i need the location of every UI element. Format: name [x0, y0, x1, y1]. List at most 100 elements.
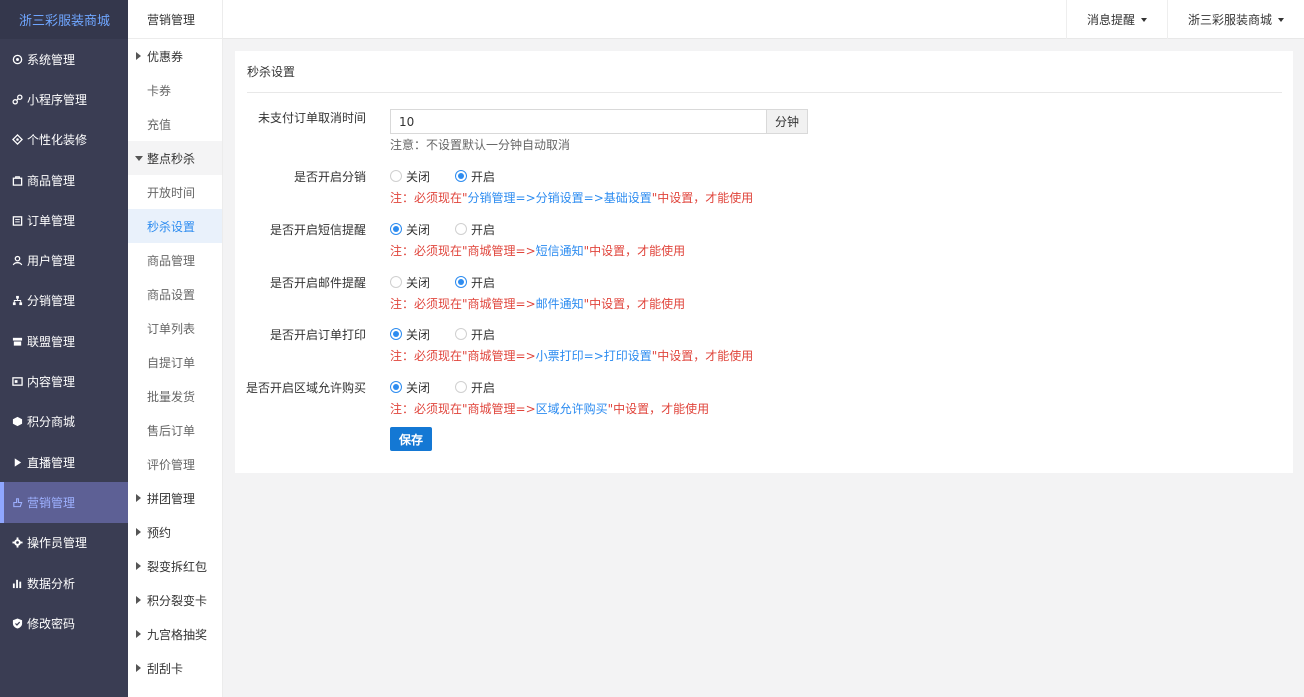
radio-off[interactable]: 关闭	[390, 274, 430, 291]
subnav-title: 营销管理	[128, 0, 222, 39]
brand-logo[interactable]: 浙三彩服装商城	[0, 0, 128, 39]
caret-down-icon	[1278, 17, 1285, 22]
radio-circle-icon[interactable]	[390, 223, 402, 235]
radio-on[interactable]: 开启	[455, 379, 495, 396]
radio-label: 开启	[471, 169, 496, 184]
radio-group: 关闭 开启	[390, 168, 520, 184]
subnav-item-label: 秒杀设置	[147, 219, 196, 234]
caret-down-icon	[1141, 17, 1148, 22]
card-title: 秒杀设置	[247, 65, 296, 79]
subnav-item[interactable]: 卡券	[128, 73, 222, 107]
radio-circle-icon[interactable]	[455, 170, 468, 182]
note-text: 注：必须现在"商城管理=>	[390, 297, 536, 311]
subnav-menu: 优惠券卡券充值 整点秒杀 开放时间秒杀设置商品管理商品设置 订单列表 自提订单 批量发货售…	[128, 39, 222, 685]
sidebar-item[interactable]: 商品管理	[0, 160, 128, 200]
radio-circle-icon[interactable]	[390, 381, 402, 393]
setting-note: 注：必须现在"分销管理=>分销设置=>基础设置"中设置，才能使用	[390, 189, 753, 206]
note-link[interactable]: 邮件通知	[536, 297, 584, 311]
sidebar-item[interactable]: 个性化装修	[0, 120, 128, 160]
subnav-item[interactable]: 秒杀设置	[128, 209, 222, 243]
subnav-item-label: 裂变拆红包	[147, 559, 208, 574]
radio-label: 开启	[471, 222, 496, 237]
subnav-item[interactable]: 订单列表	[128, 311, 222, 345]
subnav-item-label: 评价管理	[147, 457, 196, 472]
radio-off[interactable]: 关闭	[390, 221, 430, 238]
cancel-time-input[interactable]	[390, 109, 767, 134]
radio-circle-icon[interactable]	[390, 328, 402, 340]
caret-right-icon	[136, 494, 141, 502]
subnav-item[interactable]: 商品管理	[128, 243, 222, 277]
note-link[interactable]: 小票打印=>打印设置	[536, 349, 652, 363]
sidebar-item-label: 修改密码	[27, 616, 76, 631]
subnav-item[interactable]: 批量发货	[128, 379, 222, 413]
sidebar-item[interactable]: 用户管理	[0, 240, 128, 280]
note-link[interactable]: 分销管理=>分销设置=>基础设置	[468, 191, 652, 205]
sidebar-item[interactable]: 联盟管理	[0, 321, 128, 361]
subnav-item-label: 售后订单	[147, 423, 196, 438]
subnav-item[interactable]: 充值	[128, 107, 222, 141]
sidebar-item[interactable]: 系统管理	[0, 39, 128, 79]
radio-circle-icon[interactable]	[390, 170, 402, 182]
cancel-time-group: 分钟	[390, 109, 808, 134]
setting-note: 注：必须现在"商城管理=>邮件通知"中设置，才能使用	[390, 295, 685, 312]
save-button[interactable]: 保存	[390, 427, 432, 451]
sidebar-item[interactable]: 修改密码	[0, 603, 128, 643]
sidebar-item[interactable]: 小程序管理	[0, 79, 128, 119]
subnav-item[interactable]: 九宫格抽奖	[128, 617, 222, 651]
subnav-item[interactable]: 优惠券	[128, 39, 222, 73]
note-link[interactable]: 短信通知	[536, 244, 584, 258]
sidebar-item[interactable]: 操作员管理	[0, 523, 128, 563]
radio-circle-icon[interactable]	[390, 276, 402, 288]
messages-dropdown[interactable]: 消息提醒	[1066, 0, 1167, 39]
subnav-item[interactable]: 开放时间	[128, 175, 222, 209]
sidebar-item-label: 分销管理	[27, 294, 76, 309]
subnav-item[interactable]: 商品设置	[128, 277, 222, 311]
sidebar-item[interactable]: 数据分析	[0, 563, 128, 603]
radio-on[interactable]: 开启	[455, 326, 495, 343]
hand-icon	[11, 496, 23, 508]
sidebar-item-label: 订单管理	[27, 213, 76, 228]
subnav-item[interactable]: 售后订单	[128, 413, 222, 447]
sidebar-item[interactable]: 订单管理	[0, 200, 128, 240]
radio-off[interactable]: 关闭	[390, 379, 430, 396]
subnav-item-label: 商品管理	[147, 253, 196, 268]
subnav-item[interactable]: 自提订单	[128, 345, 222, 379]
caret-right-icon	[136, 596, 141, 604]
sidebar-item[interactable]: 内容管理	[0, 361, 128, 401]
subnav-item[interactable]: 评价管理	[128, 447, 222, 481]
subnav-item[interactable]: 积分裂变卡	[128, 583, 222, 617]
sidebar-item-label: 营销管理	[27, 495, 76, 510]
setting-label: 是否开启区域允许购买	[245, 381, 366, 395]
setting-note: 注：必须现在"商城管理=>小票打印=>打印设置"中设置，才能使用	[390, 347, 753, 364]
sidebar-item[interactable]: 营销管理	[0, 482, 128, 523]
radio-on[interactable]: 开启	[455, 221, 495, 238]
store-icon	[11, 335, 23, 347]
radio-off[interactable]: 关闭	[390, 168, 430, 185]
radio-on[interactable]: 开启	[455, 274, 495, 291]
radio-on[interactable]: 开启	[455, 168, 495, 185]
subnav-item[interactable]: 整点秒杀	[128, 141, 222, 175]
sidebar-item[interactable]: 直播管理	[0, 442, 128, 482]
radio-off[interactable]: 关闭	[390, 326, 430, 343]
sidebar-menu: 系统管理 小程序管理 个性化装修 商品管理订单管理用户管理分销管理联盟管理 内容管理 积分…	[0, 39, 128, 643]
play-icon	[11, 456, 23, 468]
main-sidebar: 浙三彩服装商城 系统管理 小程序管理 个性化装修 商品管理订单管理用户管理分销管理联盟…	[0, 0, 128, 697]
subnav-item[interactable]: 刮刮卡	[128, 651, 222, 685]
subnav-item[interactable]: 裂变拆红包	[128, 549, 222, 583]
subnav-item[interactable]: 拼团管理	[128, 481, 222, 515]
subnav-item-label: 预约	[147, 525, 172, 540]
subnav-item-label: 卡券	[147, 83, 172, 98]
radio-circle-icon[interactable]	[455, 276, 468, 288]
radio-label: 开启	[471, 327, 496, 342]
sidebar-item[interactable]: 积分商城	[0, 402, 128, 442]
radio-circle-icon[interactable]	[455, 381, 468, 393]
note-text: 注：必须现在"商城管理=>	[390, 349, 536, 363]
note-link[interactable]: 区域允许购买	[536, 402, 608, 416]
radio-group: 关闭 开启	[390, 326, 520, 342]
radio-circle-icon[interactable]	[455, 223, 468, 235]
radio-circle-icon[interactable]	[455, 328, 468, 340]
subnav-item[interactable]: 预约	[128, 515, 222, 549]
sidebar-item[interactable]: 分销管理	[0, 281, 128, 321]
account-dropdown[interactable]: 浙三彩服装商城	[1167, 0, 1304, 39]
note-text: "中设置，才能使用	[583, 297, 686, 311]
